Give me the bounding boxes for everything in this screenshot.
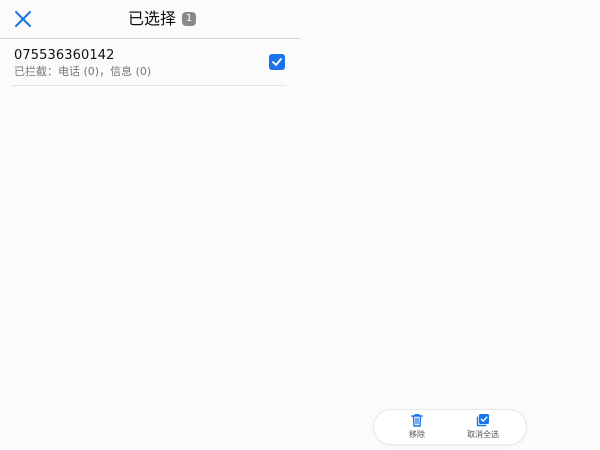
deselect-all-label: 取消全选	[467, 430, 499, 439]
deselect-all-button[interactable]: 取消全选	[455, 412, 511, 442]
close-icon	[15, 11, 31, 27]
close-button[interactable]	[12, 8, 34, 30]
selection-checkbox[interactable]	[269, 54, 285, 70]
select-all-icon	[476, 414, 489, 427]
selected-count-badge: 1	[182, 12, 197, 26]
trash-icon	[411, 414, 423, 427]
blocked-summary: 已拦截：电话 (0)，信息 (0)	[14, 65, 152, 78]
checkmark-icon	[272, 58, 282, 66]
bottom-action-bar: 移除 取消全选	[374, 410, 526, 444]
blocked-list: 075536360142 已拦截：电话 (0)，信息 (0)	[12, 39, 286, 86]
phone-number: 075536360142	[14, 48, 115, 63]
remove-label: 移除	[409, 430, 425, 439]
remove-button[interactable]: 移除	[389, 412, 445, 442]
list-item[interactable]: 075536360142 已拦截：电话 (0)，信息 (0)	[12, 39, 286, 86]
page-title: 已选择	[128, 9, 177, 28]
title-wrap: 已选择 1	[128, 8, 197, 30]
top-bar: 已选择 1	[0, 0, 300, 39]
